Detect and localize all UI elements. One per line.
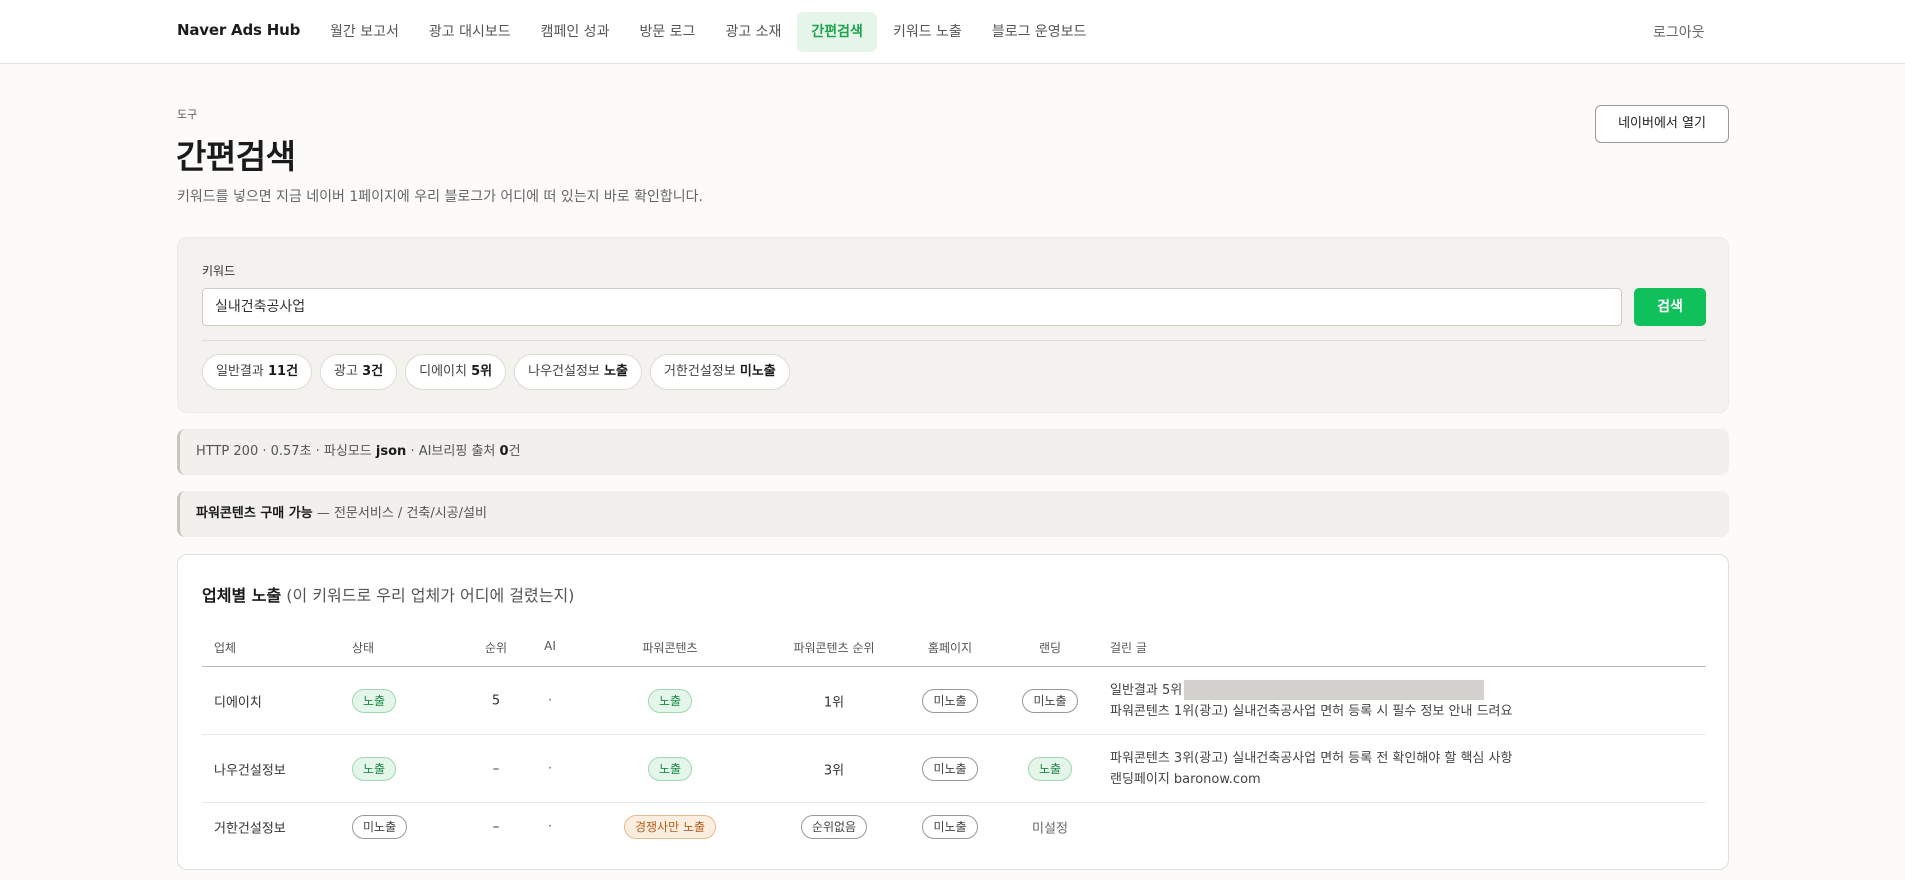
ai-value: · bbox=[547, 693, 553, 708]
open-in-naver-button[interactable]: 네이버에서 열기 bbox=[1595, 105, 1729, 143]
table-row: 거한건설정보 미노출 – · 경쟁사만 노출 순위없음 미노출 미설정 bbox=[202, 803, 1706, 850]
matched-posts: 파워콘텐츠 3위(광고) 실내건축공사업 면허 등록 전 확인해야 할 핵심 사… bbox=[1110, 748, 1512, 790]
search-button[interactable]: 검색 bbox=[1634, 288, 1706, 326]
status-badge: 노출 bbox=[352, 688, 397, 713]
landing-value: 미설정 bbox=[1032, 821, 1068, 836]
nav-item-blog-board[interactable]: 블로그 운영보드 bbox=[978, 12, 1101, 52]
brand-logo[interactable]: Naver Ads Hub bbox=[177, 21, 300, 39]
page-title: 간편검색 bbox=[176, 137, 296, 176]
status-badge: 미노출 bbox=[352, 814, 408, 839]
summary-chip-now: 나우건설정보 노출 bbox=[514, 354, 642, 390]
landing-badge: 노출 bbox=[1027, 756, 1073, 781]
post-line[interactable]: 파워콘텐츠 1위(광고) 실내건축공사업 면허 등록 시 필수 정보 안내 드려… bbox=[1110, 701, 1512, 722]
nav-item-ad-creative[interactable]: 광고 소재 bbox=[711, 12, 795, 52]
col-header-ai: AI bbox=[544, 639, 556, 653]
summary-chips: 일반결과 11건 광고 3건 디에이치 5위 나우건설정보 노출 거한건설정보 … bbox=[202, 354, 790, 390]
table-row: 나우건설정보 노출 – · 노출 3위 미노출 노출 파워콘텐츠 3위(광고) … bbox=[202, 735, 1706, 803]
exposure-card: 업체별 노출 (이 키워드로 우리 업체가 어디에 걸렸는지) 업체 상태 순위… bbox=[177, 554, 1729, 870]
matched-posts: 일반결과 5위 파워콘텐츠 1위(광고) 실내건축공사업 면허 등록 시 필수 … bbox=[1110, 680, 1512, 722]
rank-value: 5 bbox=[491, 693, 501, 708]
col-header-rank: 순위 bbox=[484, 641, 508, 655]
nav-item-monthly-report[interactable]: 월간 보고서 bbox=[316, 12, 413, 52]
ai-value: · bbox=[547, 761, 553, 776]
keyword-label: 키워드 bbox=[202, 264, 236, 278]
company-name: 거한건설정보 bbox=[214, 821, 286, 836]
homepage-badge: 미노출 bbox=[922, 814, 978, 839]
nav-item-ad-dashboard[interactable]: 광고 대시보드 bbox=[415, 12, 525, 52]
company-name: 나우건설정보 bbox=[214, 763, 286, 778]
exposure-table: 업체 상태 순위 AI 파워콘텐츠 파워콘텐츠 순위 홈페이지 랜딩 걸린 글 … bbox=[202, 625, 1706, 850]
homepage-badge: 미노출 bbox=[922, 688, 978, 713]
power-content-rank: 1위 bbox=[823, 695, 845, 710]
rank-value: – bbox=[492, 819, 500, 834]
col-header-homepage: 홈페이지 bbox=[927, 641, 973, 655]
ai-value: · bbox=[547, 819, 553, 834]
table-header: 업체 상태 순위 AI 파워콘텐츠 파워콘텐츠 순위 홈페이지 랜딩 걸린 글 bbox=[202, 625, 1706, 667]
landing-badge: 미노출 bbox=[1022, 688, 1078, 713]
top-nav: Naver Ads Hub 월간 보고서 광고 대시보드 캠페인 성과 방문 로… bbox=[0, 0, 1905, 64]
power-content-bar: 파워콘텐츠 구매 가능 — 전문서비스 / 건축/시공/설비 bbox=[177, 491, 1729, 537]
power-content-badge: 노출 bbox=[647, 756, 693, 781]
rank-value: – bbox=[492, 761, 500, 776]
request-status-bar: HTTP 200 · 0.57초 · 파싱모드 json · AI브리핑 출처 … bbox=[177, 429, 1729, 475]
logout-link[interactable]: 로그아웃 bbox=[1653, 22, 1705, 42]
power-content-badge: 노출 bbox=[647, 688, 693, 713]
section-eyebrow: 도구 bbox=[177, 108, 198, 121]
page-subtitle: 키워드를 넣으면 지금 네이버 1페이지에 우리 블로그가 어디에 떠 있는지 … bbox=[177, 189, 703, 205]
col-header-power-content-rank: 파워콘텐츠 순위 bbox=[793, 641, 875, 655]
summary-chip-ads: 광고 3건 bbox=[320, 354, 398, 390]
exposure-card-title: 업체별 노출 (이 키워드로 우리 업체가 어디에 걸렸는지) bbox=[202, 586, 575, 605]
col-header-company: 업체 bbox=[214, 641, 237, 655]
keyword-input[interactable]: 실내건축공사업 bbox=[202, 288, 1622, 326]
panel-divider bbox=[202, 340, 1706, 341]
power-content-rank-badge: 순위없음 bbox=[800, 814, 868, 839]
post-line[interactable]: 랜딩페이지 baronow.com bbox=[1110, 769, 1512, 790]
search-panel: 키워드 실내건축공사업 검색 일반결과 11건 광고 3건 디에이치 5위 나우… bbox=[177, 237, 1729, 413]
nav-item-visit-log[interactable]: 방문 로그 bbox=[625, 12, 709, 52]
power-content-badge: 경쟁사만 노출 bbox=[623, 814, 717, 839]
nav-item-keyword-exposure[interactable]: 키워드 노출 bbox=[879, 12, 976, 52]
redacted-block bbox=[1184, 680, 1485, 700]
post-line[interactable]: 일반결과 5위 bbox=[1110, 683, 1182, 698]
power-content-rank: 3위 bbox=[823, 763, 845, 778]
summary-chip-dh: 디에이치 5위 bbox=[405, 354, 507, 390]
main-nav: 월간 보고서 광고 대시보드 캠페인 성과 방문 로그 광고 소재 간편검색 키… bbox=[316, 12, 1100, 52]
col-header-status: 상태 bbox=[352, 641, 375, 655]
col-header-landing: 랜딩 bbox=[1038, 641, 1062, 655]
nav-item-quick-search[interactable]: 간편검색 bbox=[797, 12, 877, 52]
table-row: 디에이치 노출 5 · 노출 1위 미노출 미노출 일반결과 5위 파워콘텐츠 … bbox=[202, 667, 1706, 735]
post-line[interactable]: 파워콘텐츠 3위(광고) 실내건축공사업 면허 등록 전 확인해야 할 핵심 사… bbox=[1110, 748, 1512, 769]
status-badge: 노출 bbox=[352, 756, 397, 781]
col-header-power-content: 파워콘텐츠 bbox=[642, 641, 698, 655]
nav-item-campaign-performance[interactable]: 캠페인 성과 bbox=[527, 12, 624, 52]
col-header-posts: 걸린 글 bbox=[1110, 641, 1147, 655]
summary-chip-geohan: 거한건설정보 미노출 bbox=[649, 354, 790, 390]
summary-chip-organic: 일반결과 11건 bbox=[202, 354, 313, 390]
company-name: 디에이치 bbox=[214, 695, 262, 710]
homepage-badge: 미노출 bbox=[922, 756, 978, 781]
